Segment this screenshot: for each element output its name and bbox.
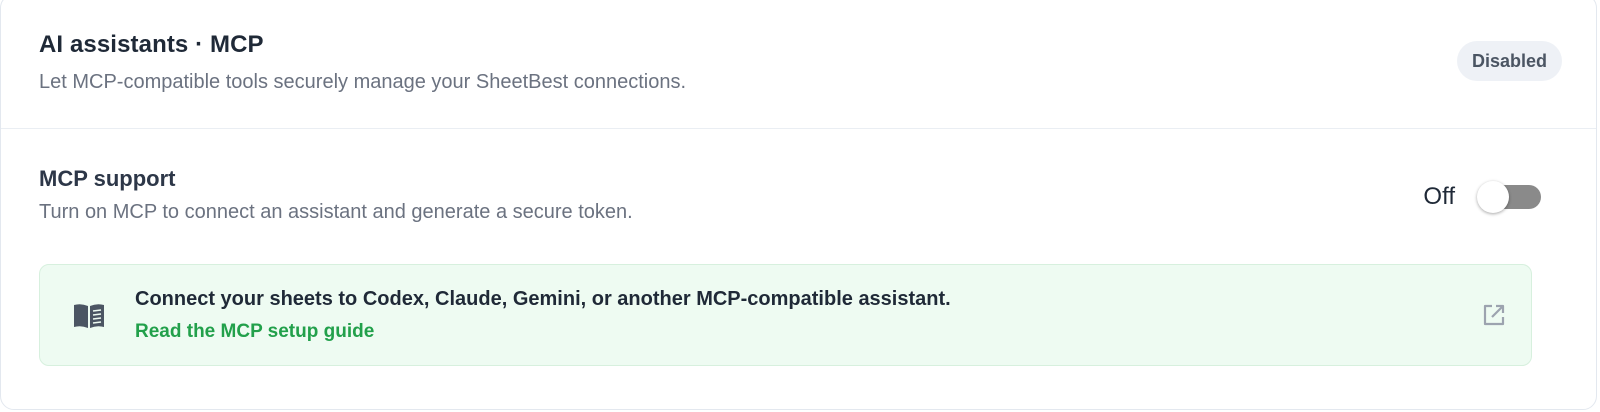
mcp-settings-card: AI assistants · MCP Let MCP-compatible t… xyxy=(0,0,1597,410)
card-header: AI assistants · MCP Let MCP-compatible t… xyxy=(1,1,1596,129)
mcp-support-description: Turn on MCP to connect an assistant and … xyxy=(39,201,633,223)
mcp-support-title: MCP support xyxy=(39,166,176,191)
callout-text: Connect your sheets to Codex, Claude, Ge… xyxy=(135,288,951,310)
toggle-knob xyxy=(1477,181,1509,213)
setup-guide-link[interactable]: Read the MCP setup guide xyxy=(135,321,374,343)
mcp-support-toggle[interactable] xyxy=(1477,181,1541,213)
page-title: AI assistants · MCP xyxy=(39,31,264,58)
book-icon xyxy=(74,304,104,328)
external-link-icon[interactable] xyxy=(1481,302,1507,328)
toggle-state-label: Off xyxy=(1423,183,1455,210)
page-description: Let MCP-compatible tools securely manage… xyxy=(39,71,687,93)
mcp-toggle-group: Off xyxy=(1423,179,1541,215)
status-badge: Disabled xyxy=(1456,41,1562,81)
setup-guide-callout: Connect your sheets to Codex, Claude, Ge… xyxy=(39,264,1532,366)
